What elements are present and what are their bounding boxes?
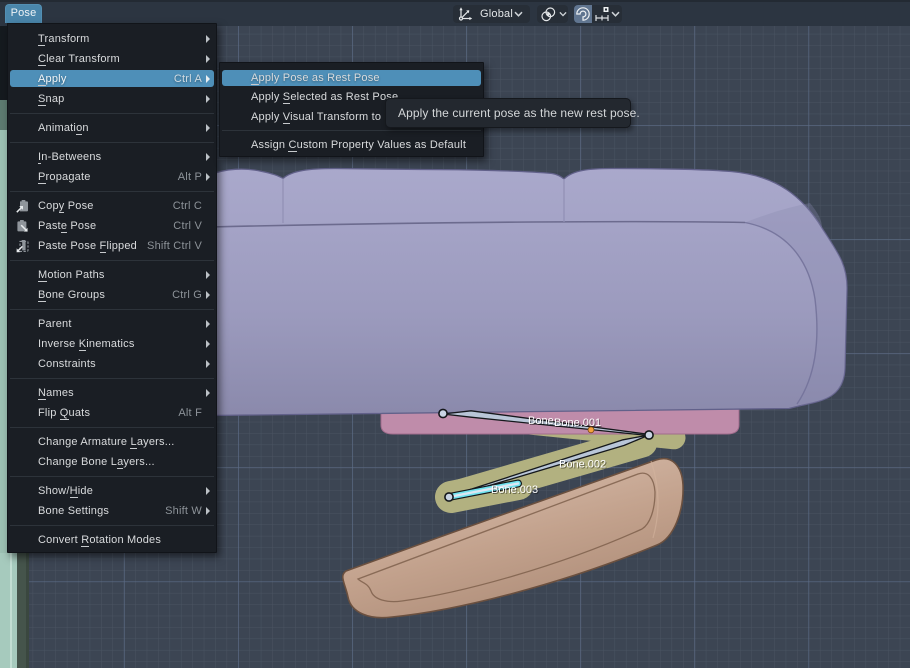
svg-text:Bone: Bone <box>528 415 554 427</box>
svg-text:Bone.001: Bone.001 <box>554 417 601 429</box>
svg-text:Bone.002: Bone.002 <box>559 459 606 471</box>
svg-text:Bone.003: Bone.003 <box>491 484 538 496</box>
